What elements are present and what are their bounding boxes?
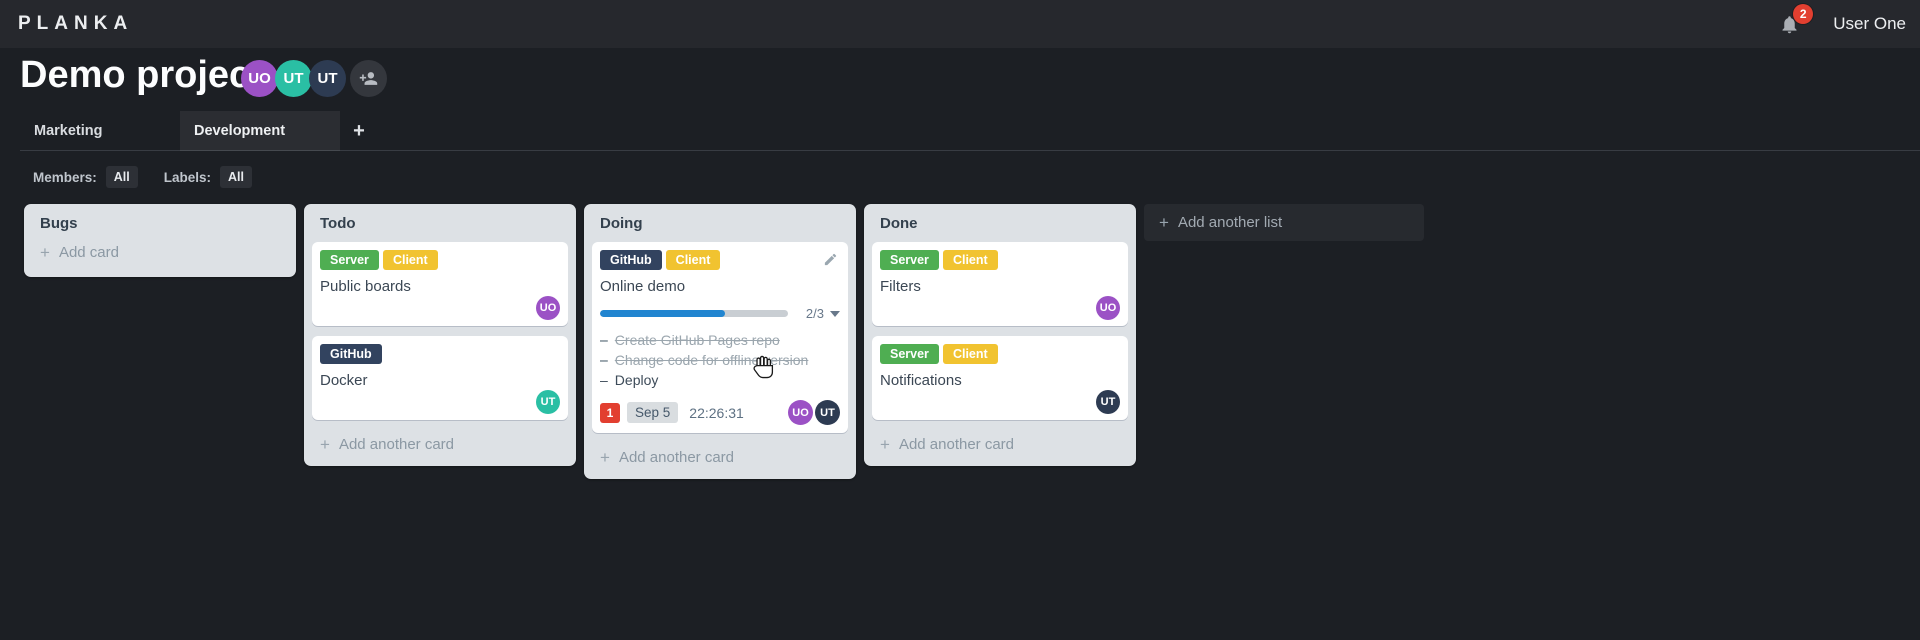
card-labels: Server Client — [880, 344, 1120, 364]
plus-icon: + — [600, 448, 610, 467]
label-server[interactable]: Server — [880, 344, 939, 364]
labels-filter-label: Labels: — [163, 169, 212, 185]
card-filters[interactable]: Server Client Filters UO — [872, 242, 1128, 326]
label-github[interactable]: GitHub — [320, 344, 382, 364]
card-member-avatar[interactable]: UO — [788, 400, 813, 425]
notifications-button[interactable]: 2 — [1779, 4, 1814, 36]
label-server[interactable]: Server — [320, 250, 379, 270]
tasks-progress: 2/3 — [600, 306, 840, 321]
add-list-button[interactable]: + Add another list — [1144, 204, 1424, 241]
list-todo: Todo Server Client Public boards UO GitH… — [304, 204, 576, 466]
board-filters: Members: All Labels: All — [33, 166, 253, 188]
members-filter-label: Members: — [33, 169, 97, 185]
plus-icon: + — [40, 243, 50, 262]
app-logo[interactable]: PLANKA — [18, 0, 133, 48]
chevron-down-icon[interactable] — [830, 310, 840, 317]
task-item[interactable]: Deploy — [600, 370, 840, 390]
card-members: UO UT — [788, 400, 840, 425]
task-progress-bar[interactable] — [600, 310, 788, 317]
add-list-label: Add another list — [1177, 214, 1283, 231]
add-board-button[interactable]: + — [344, 111, 374, 151]
card-online-demo[interactable]: GitHub Client Online demo 2/3 Create Git… — [592, 242, 848, 433]
list-doing: Doing GitHub Client Online demo 2/3 – Cr… — [584, 204, 856, 479]
tab-development[interactable]: Development — [180, 111, 340, 151]
add-card-button[interactable]: + Add card — [24, 238, 296, 274]
label-github[interactable]: GitHub — [600, 250, 662, 270]
card-labels: GitHub Client — [600, 250, 840, 270]
card-title: Notifications — [880, 372, 962, 389]
planka-app: PLANKA 2 User One Demo project UO UT UT … — [0, 0, 1920, 640]
notification-badge: 2 — [1793, 4, 1814, 24]
card-title: Docker — [320, 372, 368, 389]
top-bar: PLANKA 2 User One — [0, 0, 1920, 48]
add-card-label: Add another card — [338, 436, 455, 453]
card-footer: 1 Sep 5 22:26:31 UO UT — [600, 400, 840, 425]
list-title[interactable]: Doing — [584, 204, 856, 238]
label-client[interactable]: Client — [665, 250, 721, 270]
card-labels: Server Client — [320, 250, 560, 270]
card-title: Filters — [880, 278, 921, 295]
card-member-avatar[interactable]: UO — [536, 296, 560, 320]
member-avatar[interactable]: UT — [275, 60, 312, 97]
card-member-avatar[interactable]: UT — [1096, 390, 1120, 414]
list-title[interactable]: Bugs — [24, 204, 296, 238]
person-add-icon — [359, 72, 378, 85]
card-public-boards[interactable]: Server Client Public boards UO — [312, 242, 568, 326]
list-bugs: Bugs + Add card — [24, 204, 296, 277]
task-item[interactable]: Create GitHub Pages repo — [600, 330, 840, 350]
add-card-button[interactable]: + Add another card — [864, 430, 1136, 466]
add-card-label: Add card — [58, 244, 119, 261]
due-date-badge[interactable]: Sep 5 — [627, 402, 679, 423]
card-notifications[interactable]: Server Client Notifications UT — [872, 336, 1128, 420]
add-card-button[interactable]: + Add another card — [304, 430, 576, 466]
plus-icon: + — [880, 435, 890, 454]
label-client[interactable]: Client — [382, 250, 438, 270]
card-title: Online demo — [600, 278, 686, 295]
add-member-button[interactable] — [350, 60, 387, 97]
card-docker[interactable]: GitHub Docker UT — [312, 336, 568, 420]
card-member-avatar[interactable]: UO — [1096, 296, 1120, 320]
plus-icon: + — [1159, 213, 1169, 232]
task-progress-ratio: 2/3 — [805, 306, 824, 321]
member-avatar[interactable]: UT — [309, 60, 346, 97]
member-avatar[interactable]: UO — [241, 60, 278, 97]
stopwatch-value[interactable]: 22:26:31 — [689, 405, 744, 421]
members-filter-value[interactable]: All — [105, 166, 138, 188]
list-title[interactable]: Done — [864, 204, 1136, 238]
labels-filter-value[interactable]: All — [220, 166, 253, 188]
project-members: UO UT UT — [241, 60, 387, 97]
tab-marketing[interactable]: Marketing — [20, 111, 180, 151]
card-member-avatar[interactable]: UT — [536, 390, 560, 414]
topbar-right: 2 User One — [1779, 0, 1906, 48]
list-title[interactable]: Todo — [304, 204, 576, 238]
label-server[interactable]: Server — [880, 250, 939, 270]
add-card-label: Add another card — [898, 436, 1015, 453]
card-title: Public boards — [320, 278, 411, 295]
add-card-label: Add another card — [618, 449, 735, 466]
user-menu[interactable]: User One — [1833, 14, 1906, 34]
label-client[interactable]: Client — [942, 250, 998, 270]
card-member-avatar[interactable]: UT — [815, 400, 840, 425]
label-client[interactable]: Client — [942, 344, 998, 364]
edit-card-icon[interactable] — [823, 252, 838, 267]
plus-icon: + — [320, 435, 330, 454]
task-item[interactable]: Change code for offline version — [600, 350, 840, 370]
add-card-button[interactable]: + Add another card — [584, 443, 856, 479]
task-list: Create GitHub Pages repo Change code for… — [600, 330, 840, 390]
project-title[interactable]: Demo project — [20, 54, 263, 97]
task-progress-fill — [600, 310, 726, 317]
card-labels: GitHub — [320, 344, 560, 364]
list-done: Done Server Client Filters UO Server Cli… — [864, 204, 1136, 466]
card-labels: Server Client — [880, 250, 1120, 270]
card-notification-badge: 1 — [600, 402, 620, 423]
